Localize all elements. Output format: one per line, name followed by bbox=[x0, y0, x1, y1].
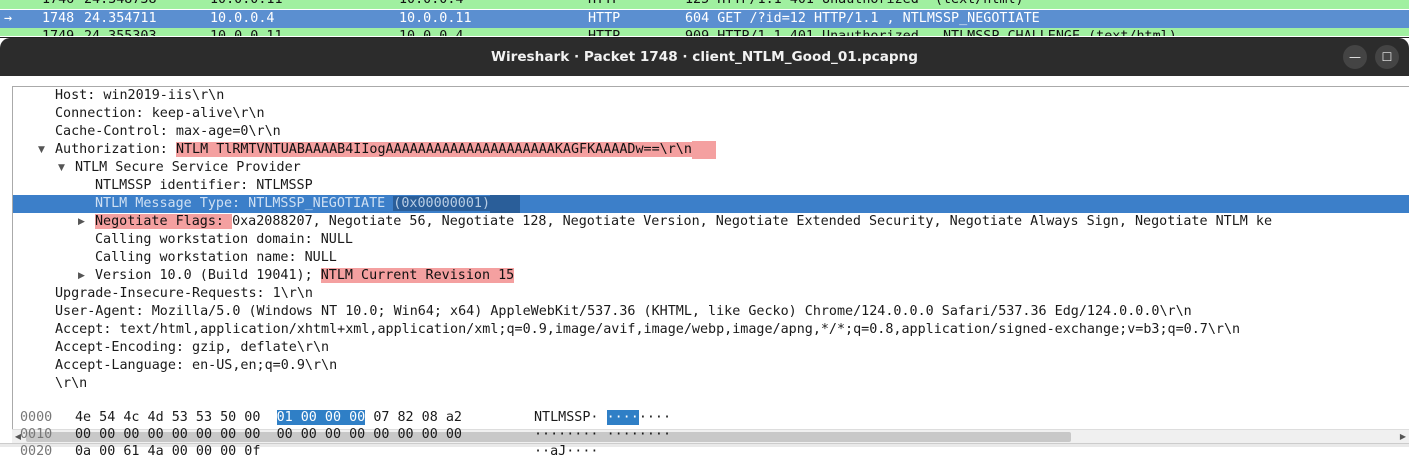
packet-proto: HTTP bbox=[588, 0, 620, 9]
packet-info: 909 HTTP/1.1 401 Unauthorized , NTLMSSP_… bbox=[685, 28, 1177, 36]
hex-ascii: ···· bbox=[638, 410, 672, 425]
tree-item-ntlm-provider[interactable]: ▼ NTLM Secure Service Provider bbox=[13, 159, 1409, 177]
packet-details-tree: Host: win2019-iis\r\n Connection: keep-a… bbox=[12, 86, 1409, 429]
selection-pad bbox=[490, 195, 521, 213]
minimize-button[interactable]: — bbox=[1343, 45, 1367, 69]
tree-item-accept-encoding[interactable]: Accept-Encoding: gzip, deflate\r\n bbox=[13, 339, 1409, 357]
hex-offset: 0000 bbox=[20, 410, 53, 425]
packet-row[interactable]: 1749 24.355303 10.0.0.11 10.0.0.4 HTTP 9… bbox=[0, 28, 1409, 36]
packet-dst: 10.0.0.11 bbox=[399, 11, 472, 26]
hex-bytes-selected: 01 00 00 00 bbox=[276, 410, 366, 425]
message-type-label: NTLM Message Type: NTLMSSP_NEGOTIATE bbox=[95, 196, 394, 211]
packet-no: 1749 bbox=[42, 28, 74, 36]
packet-row-selected[interactable]: → 1748 24.354711 10.0.0.4 10.0.0.11 HTTP… bbox=[0, 10, 1409, 28]
tree-item-accept[interactable]: Accept: text/html,application/xhtml+xml,… bbox=[13, 321, 1409, 339]
message-type-value: (0x00000001) bbox=[393, 196, 491, 211]
tree-item-authorization[interactable]: ▼ Authorization: NTLM TlRMTVNTUABAAAAB4I… bbox=[13, 141, 1409, 159]
negotiate-flags-label: Negotiate Flags: bbox=[95, 214, 233, 229]
hex-offset: 0020 bbox=[20, 444, 53, 459]
packet-proto: HTTP bbox=[588, 28, 620, 36]
packet-no: 1748 bbox=[42, 11, 75, 26]
hex-bytes: 4e 54 4c 4d 53 53 50 00 bbox=[75, 410, 261, 425]
packet-dst: 10.0.0.4 bbox=[399, 28, 464, 36]
highlight-pad bbox=[691, 141, 716, 159]
tree-item-calling-domain[interactable]: Calling workstation domain: NULL bbox=[13, 231, 1409, 249]
packet-dst: 10.0.0.4 bbox=[399, 0, 464, 9]
authorization-value: NTLM TlRMTVNTUABAAAAB4IIogAAAAAAAAAAAAAA… bbox=[175, 142, 692, 157]
packet-proto: HTTP bbox=[588, 11, 621, 26]
related-arrow-icon: → bbox=[4, 11, 13, 26]
tree-item-message-type[interactable]: NTLM Message Type: NTLMSSP_NEGOTIATE (0x… bbox=[13, 195, 1409, 213]
hex-offset: 0010 bbox=[20, 427, 53, 442]
hex-ascii: ········ bbox=[534, 427, 599, 442]
authorization-label: Authorization: bbox=[55, 142, 176, 157]
packet-src: 10.0.0.4 bbox=[210, 11, 275, 26]
expand-arrow-icon[interactable]: ▶ bbox=[78, 267, 85, 285]
tree-item-calling-name[interactable]: Calling workstation name: NULL bbox=[13, 249, 1409, 267]
hex-row[interactable]: 0000 4e 54 4c 4d 53 53 50 00 01 00 00 00… bbox=[12, 409, 671, 426]
hex-row[interactable]: 0020 0a 00 61 4a 00 00 00 0f ··aJ···· bbox=[12, 443, 599, 460]
tree-item-connection[interactable]: Connection: keep-alive\r\n bbox=[13, 105, 1409, 123]
tree-item-user-agent[interactable]: User-Agent: Mozilla/5.0 (Windows NT 10.0… bbox=[13, 303, 1409, 321]
negotiate-flags-value: 0xa2088207, Negotiate 56, Negotiate 128,… bbox=[232, 214, 1273, 229]
packet-info: 604 GET /?id=12 HTTP/1.1 , NTLMSSP_NEGOT… bbox=[685, 11, 1040, 26]
packet-row[interactable]: 1746 24.348738 10.0.0.11 10.0.0.4 HTTP 1… bbox=[0, 0, 1409, 9]
tree-item-cache-control[interactable]: Cache-Control: max-age=0\r\n bbox=[13, 123, 1409, 141]
tree-item-negotiate-flags[interactable]: ▶ Negotiate Flags: 0xa2088207, Negotiate… bbox=[13, 213, 1409, 231]
close-button[interactable]: ☐ bbox=[1375, 45, 1399, 69]
hex-ascii-selected: ···· bbox=[606, 410, 639, 425]
packet-info: 125 HTTP/1.1 401 Unauthorized (text/html… bbox=[685, 0, 1024, 9]
version-revision: NTLM Current Revision 15 bbox=[320, 268, 515, 283]
hex-bytes: 00 00 00 00 00 00 00 00 bbox=[75, 427, 261, 442]
hex-ascii: ··aJ···· bbox=[534, 444, 599, 459]
tree-item-host[interactable]: Host: win2019-iis\r\n bbox=[13, 87, 1409, 105]
expand-arrow-icon[interactable]: ▶ bbox=[78, 213, 85, 231]
packet-time: 24.354711 bbox=[84, 11, 157, 26]
collapse-arrow-icon[interactable]: ▼ bbox=[38, 141, 45, 159]
tree-item-upgrade-insecure[interactable]: Upgrade-Insecure-Requests: 1\r\n bbox=[13, 285, 1409, 303]
hex-dump-pane: 0000 4e 54 4c 4d 53 53 50 00 01 00 00 00… bbox=[12, 409, 1409, 469]
packet-src: 10.0.0.11 bbox=[210, 0, 283, 9]
packet-dialog: Wireshark · Packet 1748 · client_NTLM_Go… bbox=[0, 37, 1409, 469]
hex-row[interactable]: 0010 00 00 00 00 00 00 00 00 00 00 00 00… bbox=[12, 426, 671, 443]
tree-item-ntlmssp-identifier[interactable]: NTLMSSP identifier: NTLMSSP bbox=[13, 177, 1409, 195]
tree-item-crlf[interactable]: \r\n bbox=[13, 375, 1409, 393]
packet-time: 24.348738 bbox=[84, 0, 157, 9]
window-title: Wireshark · Packet 1748 · client_NTLM_Go… bbox=[490, 49, 919, 65]
version-label: Version 10.0 (Build 19041); bbox=[95, 268, 321, 283]
packet-time: 24.355303 bbox=[84, 28, 157, 36]
packet-list: 1746 24.348738 10.0.0.11 10.0.0.4 HTTP 1… bbox=[0, 0, 1409, 36]
collapse-arrow-icon[interactable]: ▼ bbox=[58, 159, 65, 177]
packet-no: 1746 bbox=[42, 0, 74, 9]
tree-item-version[interactable]: ▶ Version 10.0 (Build 19041); NTLM Curre… bbox=[13, 267, 1409, 285]
hex-ascii: NTLMSSP· bbox=[534, 410, 599, 425]
hex-bytes: 07 82 08 a2 bbox=[373, 410, 462, 425]
hex-bytes: 00 00 00 00 00 00 00 00 bbox=[276, 427, 462, 442]
title-bar[interactable]: Wireshark · Packet 1748 · client_NTLM_Go… bbox=[0, 38, 1409, 76]
packet-src: 10.0.0.11 bbox=[210, 28, 283, 36]
tree-item-accept-language[interactable]: Accept-Language: en-US,en;q=0.9\r\n bbox=[13, 357, 1409, 375]
hex-bytes: 0a 00 61 4a 00 00 00 0f bbox=[75, 444, 261, 459]
hex-ascii: ········ bbox=[606, 427, 672, 442]
